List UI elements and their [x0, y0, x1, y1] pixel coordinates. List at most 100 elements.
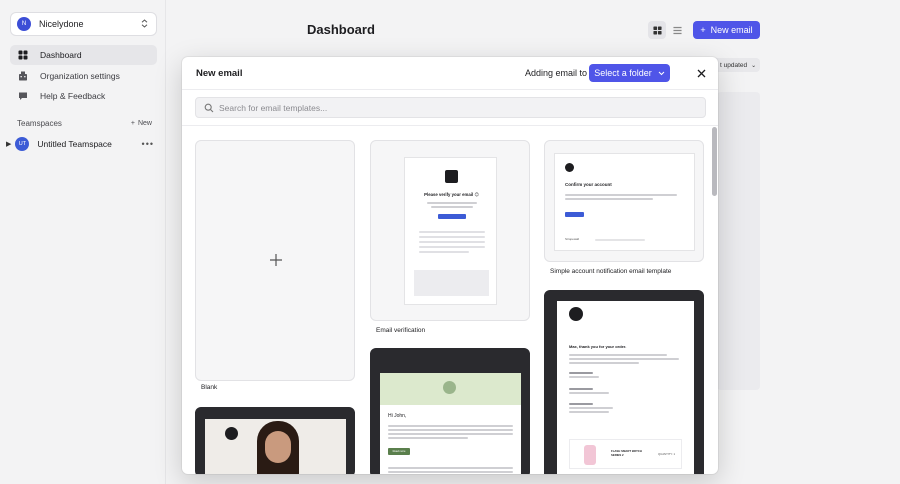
- plus-icon: +: [700, 25, 706, 35]
- list-icon: [672, 26, 682, 34]
- preview-text: [569, 403, 593, 405]
- close-icon: [697, 69, 705, 77]
- preview-text: [569, 376, 599, 378]
- email-preview: Confirm your account Stropewall: [554, 153, 695, 251]
- teamspace-item[interactable]: ▶ UT Untitled Teamspace •••: [6, 137, 154, 151]
- chevron-down-icon: [658, 71, 665, 75]
- email-preview: Hi John, Read more: [380, 373, 521, 474]
- preview-photo: [205, 419, 346, 474]
- preview-text: [569, 362, 639, 364]
- preview-text: [388, 433, 513, 435]
- template-card-email-verification[interactable]: Please verify your email 😊: [370, 140, 530, 321]
- preview-button: [438, 214, 466, 219]
- view-toggle: [648, 21, 686, 39]
- plus-icon: +: [130, 120, 135, 127]
- preview-text: [569, 392, 609, 394]
- teamspace-avatar: UT: [15, 137, 30, 151]
- preview-text: [419, 241, 485, 243]
- modal-scrollbar[interactable]: [711, 126, 718, 474]
- new-teamspace-label: New: [137, 120, 152, 127]
- preview-text: [388, 429, 513, 431]
- logo-icon: [565, 163, 574, 172]
- preview-text: [565, 194, 677, 196]
- logo-icon: [443, 381, 456, 394]
- template-card-simple-account-notification[interactable]: Confirm your account Stropewall: [544, 140, 704, 262]
- grid-icon: [652, 25, 662, 35]
- chevron-down-icon: ⌄: [751, 62, 757, 69]
- preview-text: [569, 411, 609, 413]
- preview-heading: Please verify your email 😊: [424, 192, 479, 197]
- teamspaces-header: Teamspaces + New: [17, 119, 152, 128]
- preview-text: [419, 231, 485, 233]
- new-teamspace-button[interactable]: + New: [131, 120, 152, 127]
- preview-text: [427, 202, 477, 204]
- sidebar-item-label: Organization settings: [40, 70, 120, 81]
- person-face: [265, 431, 291, 463]
- preview-button: Read more: [388, 448, 410, 455]
- preview-text: [569, 354, 667, 356]
- select-folder-label: Select a folder: [594, 68, 652, 78]
- preview-text: [565, 198, 653, 200]
- sidebar-nav: Dashboard Organization settings Help & F…: [10, 45, 157, 107]
- plus-icon: [270, 254, 282, 266]
- scrollbar-thumb[interactable]: [712, 127, 717, 196]
- preview-greeting: Hi John,: [388, 413, 407, 419]
- chat-icon: [18, 91, 28, 101]
- template-card-photo[interactable]: [195, 407, 355, 474]
- preview-text: [388, 467, 513, 469]
- caret-right-icon[interactable]: ▶: [6, 140, 11, 148]
- email-preview: Please verify your email 😊: [404, 157, 497, 305]
- sidebar-item-organization-settings[interactable]: Organization settings: [10, 66, 157, 86]
- list-view-button[interactable]: [668, 21, 686, 39]
- modal-header: New email Adding email to Select a folde…: [182, 57, 718, 90]
- workspace-switcher[interactable]: N Nicelydone: [10, 12, 157, 36]
- preview-text: [569, 372, 593, 374]
- preview-heading: Max, thank you for your order.: [569, 344, 627, 349]
- preview-text: [569, 358, 679, 360]
- watch-image: [584, 445, 596, 465]
- new-email-label: New email: [710, 25, 753, 35]
- logo-icon: [225, 427, 238, 440]
- preview-heading: Confirm your account: [565, 182, 612, 187]
- preview-text: [431, 206, 473, 208]
- close-modal-button[interactable]: [693, 65, 709, 81]
- sort-label: t updated: [720, 61, 748, 69]
- template-label: Email verification: [376, 327, 426, 334]
- sidebar-item-help-feedback[interactable]: Help & Feedback: [10, 86, 157, 106]
- select-folder-button[interactable]: Select a folder: [589, 64, 670, 82]
- logo-icon: [445, 170, 458, 183]
- preview-button-label: Read more: [392, 450, 406, 453]
- preview-product-row: FLASH SMART WATCH SERIES 2 QUANTITY: 1: [569, 439, 682, 469]
- template-search-input[interactable]: [219, 102, 689, 113]
- modal-title: New email: [196, 68, 243, 79]
- preview-text: [569, 407, 613, 409]
- grid-view-button[interactable]: [648, 21, 666, 39]
- sidebar: N Nicelydone Dashboard Organization sett…: [0, 0, 166, 484]
- preview-text: [419, 236, 485, 238]
- workspace-name: Nicelydone: [39, 19, 84, 29]
- template-label: Simple account notification email templa…: [550, 268, 672, 275]
- new-email-button[interactable]: + New email: [693, 21, 760, 39]
- search-icon: [204, 103, 214, 112]
- grid-icon: [18, 50, 28, 60]
- preview-text: [595, 239, 645, 241]
- sidebar-item-dashboard[interactable]: Dashboard: [10, 45, 157, 65]
- template-search: [195, 97, 706, 118]
- more-options-icon[interactable]: •••: [142, 139, 154, 149]
- template-card-blank[interactable]: [195, 140, 355, 381]
- page-title: Dashboard: [307, 22, 375, 37]
- product-name: FLASH SMART WATCH SERIES 2: [611, 449, 642, 457]
- new-email-modal: New email Adding email to Select a folde…: [182, 57, 718, 474]
- preview-footer: [414, 270, 489, 296]
- adding-email-label: Adding email to: [525, 68, 588, 78]
- template-card-order-confirmation[interactable]: Max, thank you for your order. FLASH SMA…: [544, 290, 704, 474]
- modal-divider: [182, 125, 718, 126]
- preview-text: [388, 425, 513, 427]
- dashboard-content-panel: [717, 92, 760, 390]
- template-card-newsletter[interactable]: Hi John, Read more: [370, 348, 530, 474]
- preview-text: [419, 251, 469, 253]
- teamspaces-heading: Teamspaces: [17, 119, 62, 128]
- product-quantity: QUANTITY: 1: [658, 452, 676, 456]
- workspace-avatar: N: [17, 17, 31, 31]
- email-preview: Max, thank you for your order. FLASH SMA…: [557, 301, 694, 474]
